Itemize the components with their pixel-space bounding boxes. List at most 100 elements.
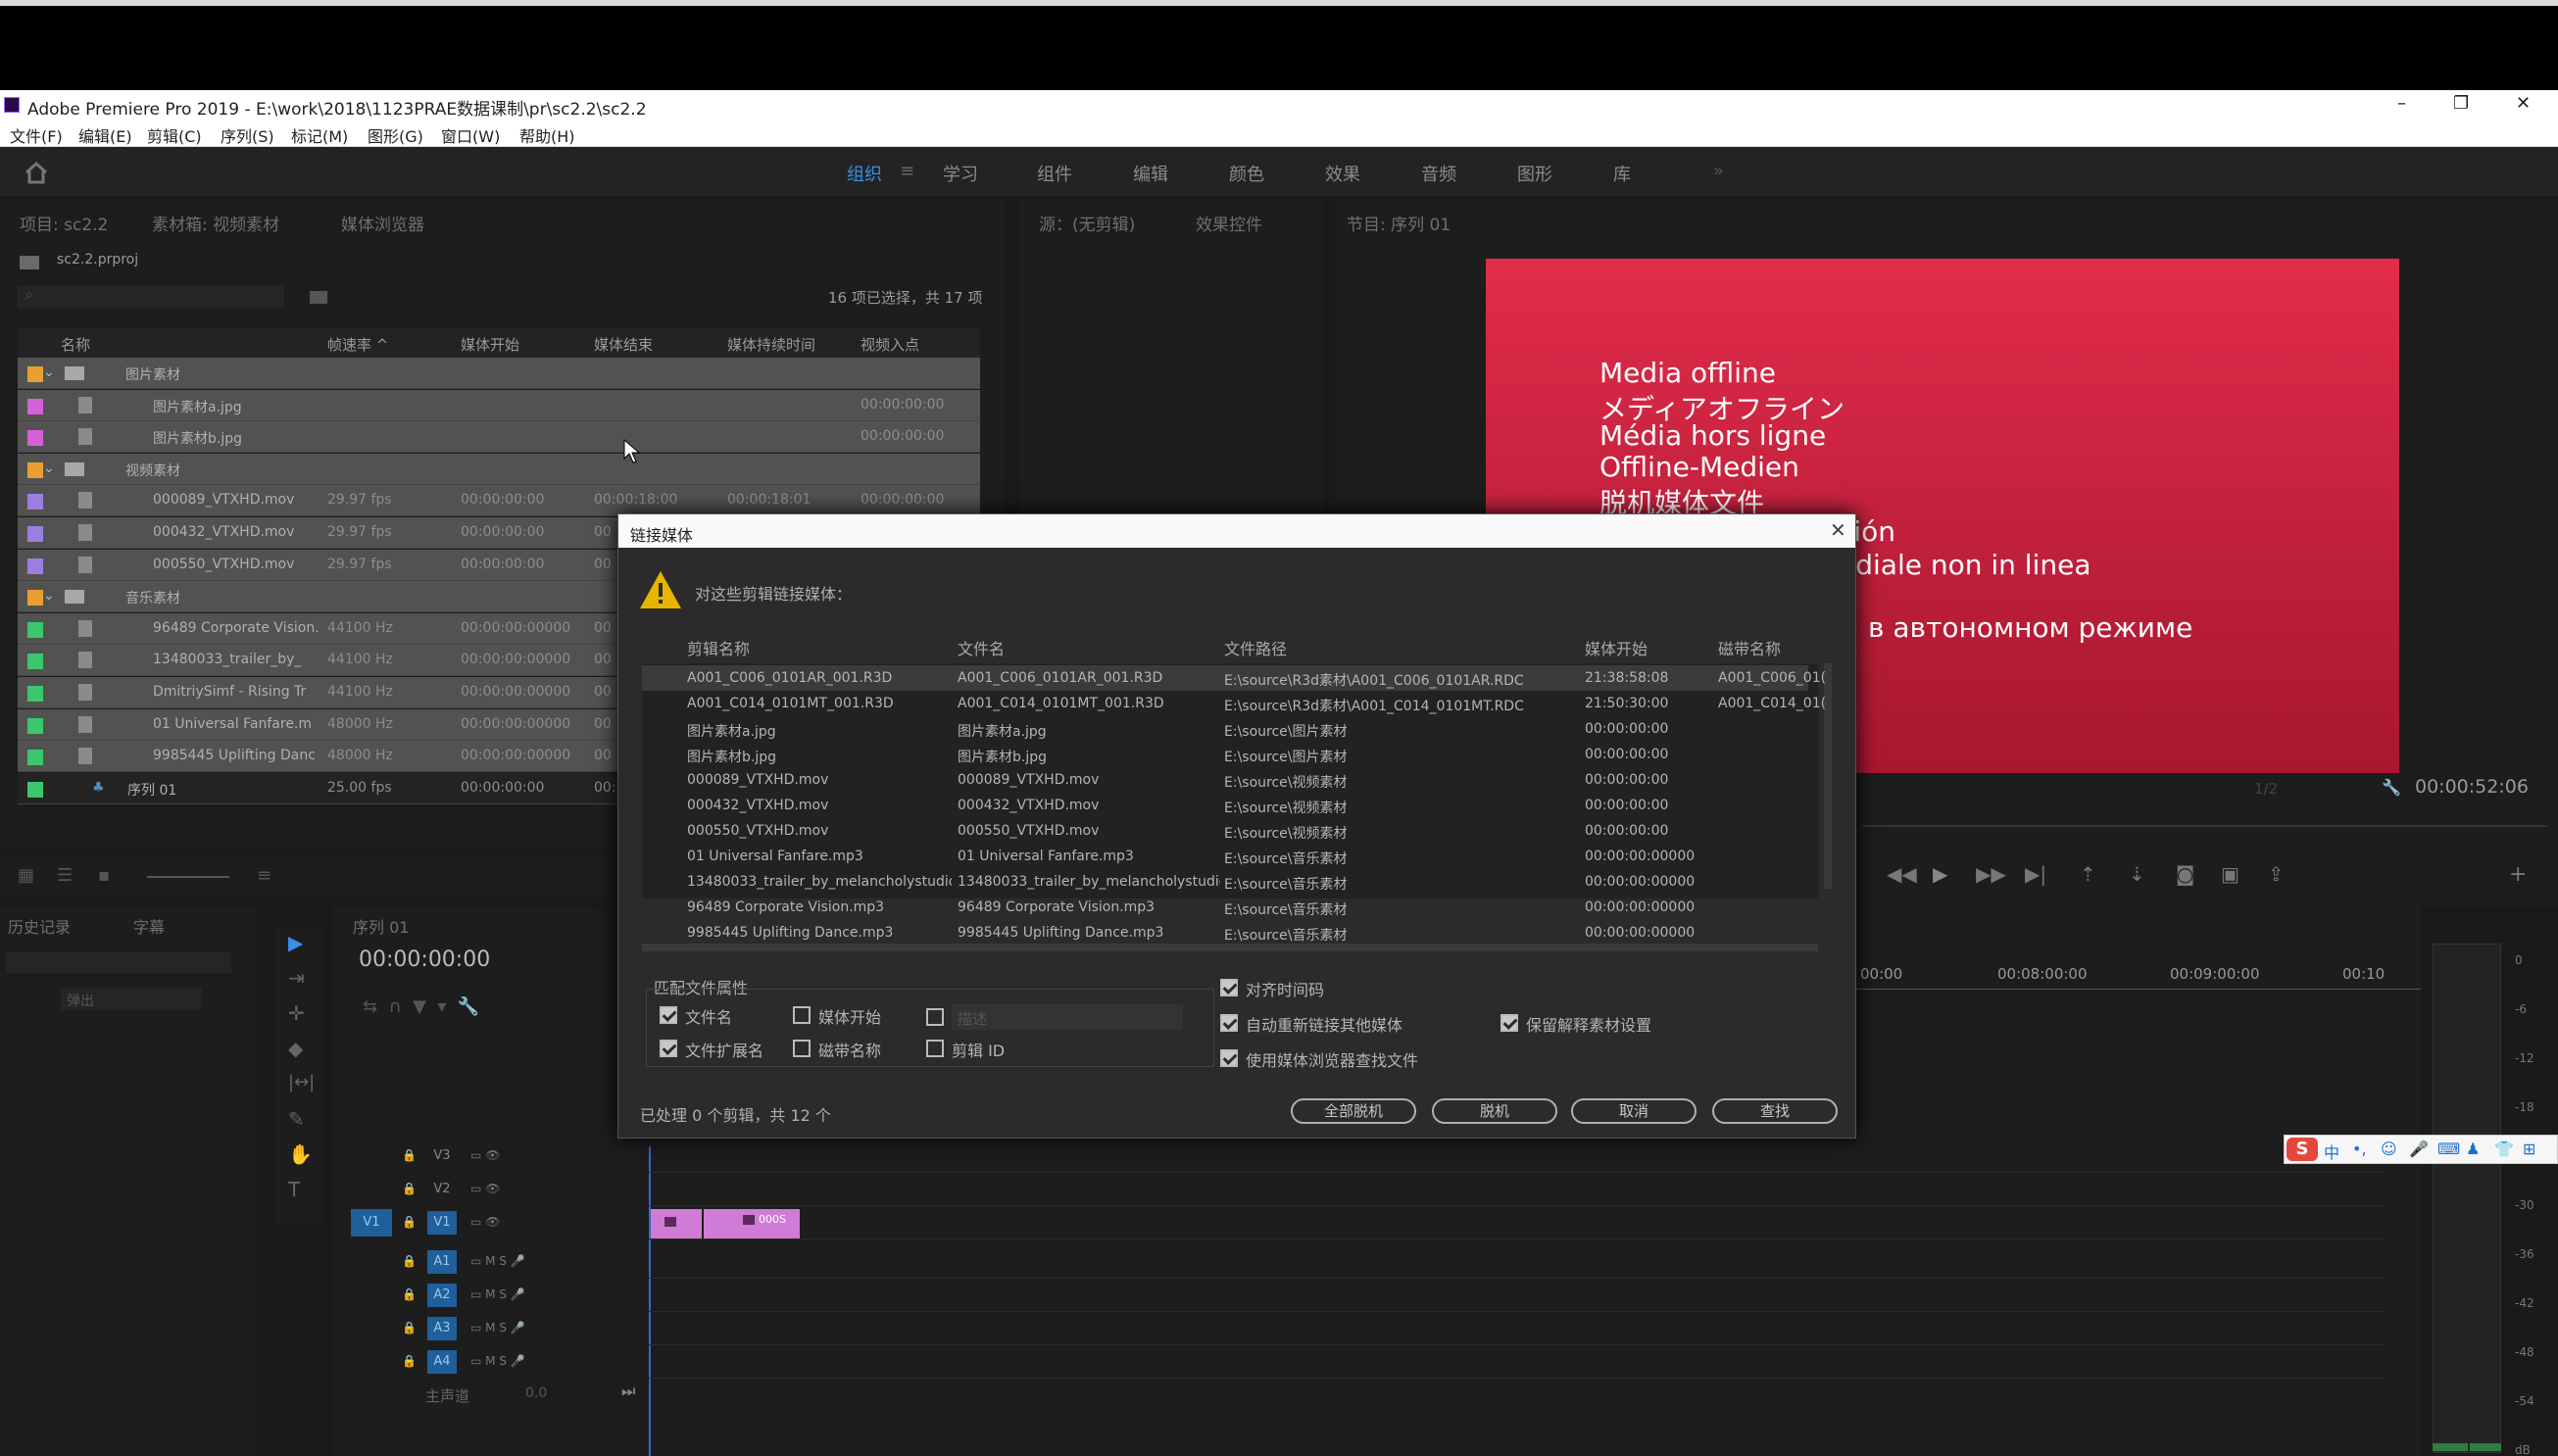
dialog-close-button[interactable]: ✕ (1830, 518, 1846, 542)
dlg-col-tape-name[interactable]: 磁带名称 (1718, 636, 1781, 659)
track-controls-icon[interactable]: ▭ M S 🎤 (470, 1354, 525, 1368)
new-bin-icon[interactable] (310, 291, 327, 304)
dialog-row[interactable]: 96489 Corporate Vision.mp3 96489 Corporat… (642, 895, 1808, 920)
col-fps[interactable]: 帧速率 ^ (327, 334, 388, 355)
lift-icon[interactable]: ⇡ (2080, 862, 2096, 886)
export-frame-icon[interactable]: ⇪ (2268, 862, 2285, 886)
dialog-row[interactable]: 000550_VTXHD.mov 000550_VTXHD.mov E:\sourc… (642, 818, 1808, 844)
list-view-icon[interactable]: ☰ (57, 865, 73, 886)
offline-all-button[interactable]: 全部脱机 (1291, 1098, 1416, 1124)
tab-captions[interactable]: 字幕 (133, 914, 165, 938)
track-header[interactable]: V1 🔒 V1 ▭ 👁 (333, 1207, 647, 1238)
dlg-col-file-name[interactable]: 文件名 (958, 636, 1005, 659)
tab-sequence[interactable]: 序列 01 (353, 914, 409, 938)
opt-desc-select[interactable]: 描述 (952, 1004, 1183, 1030)
sort-icon[interactable]: ≡ (257, 865, 271, 886)
cancel-button[interactable]: 取消 (1571, 1098, 1697, 1124)
track-header[interactable]: 🔒 A1 ▭ M S 🎤 (333, 1246, 647, 1278)
go-to-end-icon[interactable]: ⏭ (621, 1382, 635, 1401)
camera-icon[interactable]: ◙ (2176, 862, 2194, 886)
label-color-chip[interactable] (27, 558, 43, 574)
slip-tool-icon[interactable]: |↔| (288, 1072, 315, 1092)
track-label[interactable]: A2 (427, 1284, 457, 1307)
type-tool-icon[interactable]: T (288, 1178, 300, 1201)
source-patch-v1[interactable]: V1 (351, 1209, 392, 1237)
label-color-chip[interactable] (27, 621, 43, 638)
tab-program[interactable]: 节目: 序列 01 (1347, 211, 1451, 235)
selection-tool-icon[interactable]: ▶ (288, 931, 303, 954)
workspace-editing[interactable]: 编辑 (1133, 161, 1168, 186)
tab-source[interactable]: 源：(无剪辑) (1039, 211, 1135, 235)
track-controls-icon[interactable]: ▭ 👁 (470, 1215, 500, 1229)
workspace-menu-icon[interactable]: ≡ (900, 161, 914, 181)
col-video-in[interactable]: 视频入点 (861, 334, 919, 355)
track-header[interactable]: 🔒 A2 ▭ M S 🎤 (333, 1280, 647, 1311)
opt-media-start-checkbox[interactable] (793, 1006, 811, 1024)
playhead[interactable] (649, 1146, 651, 1456)
track-lock-icon[interactable]: 🔒 (402, 1354, 417, 1368)
lock-icon[interactable]: ▦ (18, 865, 34, 886)
pen-tool-icon[interactable]: ✎ (288, 1107, 305, 1131)
go-to-out-icon[interactable]: ▶| (2025, 862, 2046, 886)
workspace-assembly-2[interactable]: 组件 (1037, 161, 1072, 186)
play-icon[interactable]: ▶ (1933, 862, 1947, 886)
add-button-icon[interactable]: + (2509, 862, 2527, 887)
opt-clip-id-checkbox[interactable] (926, 1040, 944, 1057)
compare-icon[interactable]: ▣ (2221, 862, 2239, 886)
label-color-chip[interactable] (27, 717, 43, 734)
dialog-row[interactable]: 13480033_trailer_by_melancholystudio 1348… (642, 869, 1808, 895)
dlg-col-media-start[interactable]: 媒体开始 (1585, 636, 1648, 659)
ime-button-icon[interactable]: ⊞ (2523, 1140, 2535, 1158)
ime-button-icon[interactable]: ♟ (2466, 1140, 2480, 1158)
track-controls-icon[interactable]: ▭ M S 🎤 (470, 1287, 525, 1301)
ime-button-icon[interactable]: ⌨ (2437, 1140, 2460, 1158)
restore-button[interactable]: ❐ (2453, 93, 2469, 114)
dialog-row[interactable]: 000432_VTXHD.mov 000432_VTXHD.mov E:\sourc… (642, 793, 1808, 818)
opt-filename-checkbox[interactable] (660, 1006, 677, 1024)
track-header[interactable]: 🔒 A4 ▭ M S 🎤 (333, 1346, 647, 1378)
track-header[interactable]: 🔒 A3 ▭ M S 🎤 (333, 1313, 647, 1344)
workspace-color[interactable]: 颜色 (1229, 161, 1264, 186)
tab-media-browser[interactable]: 媒体浏览器 (341, 211, 424, 235)
dialog-row[interactable]: 9985445 Uplifting Dance.mp3 9985445 Uplif… (642, 920, 1808, 946)
workspace-libraries[interactable]: 库 (1613, 161, 1631, 186)
col-duration[interactable]: 媒体持续时间 (727, 334, 815, 355)
ime-button-icon[interactable]: 中 (2324, 1140, 2339, 1163)
project-row[interactable]: 000089_VTXHD.mov 29.97 fps 00:00:00:00 00:0… (18, 485, 980, 517)
track-lock-icon[interactable]: 🔒 (402, 1254, 417, 1268)
workspace-effects[interactable]: 效果 (1325, 161, 1360, 186)
locate-button[interactable]: 查找 (1712, 1098, 1838, 1124)
sogou-logo-icon[interactable]: S (2287, 1138, 2318, 1161)
close-window-button[interactable]: ✕ (2516, 93, 2531, 114)
track-label[interactable]: V1 (427, 1211, 457, 1235)
tab-effect-controls[interactable]: 效果控件 (1196, 211, 1262, 235)
label-color-chip[interactable] (27, 750, 43, 766)
opt-ext-checkbox[interactable] (660, 1040, 677, 1057)
track-select-tool-icon[interactable]: ⇥ (288, 966, 305, 990)
track-controls-icon[interactable]: ▭ M S 🎤 (470, 1254, 525, 1268)
tab-project[interactable]: 项目: sc2.2 (20, 211, 108, 235)
track-label[interactable]: A4 (427, 1350, 457, 1374)
track-controls-icon[interactable]: ▭ 👁 (470, 1148, 500, 1162)
opt-browser-checkbox[interactable] (1220, 1049, 1238, 1067)
project-row[interactable]: 图片素材a.jpg 00:00:00:00 (18, 389, 980, 421)
track-label[interactable]: A3 (427, 1317, 457, 1340)
menu-window[interactable]: 窗口(W) (441, 123, 500, 147)
home-icon[interactable] (24, 161, 49, 184)
label-color-chip[interactable] (27, 366, 43, 382)
dialog-row[interactable]: 图片素材a.jpg 图片素材a.jpg E:\source\图片素材 00:00:00… (642, 716, 1808, 742)
menu-edit[interactable]: 编辑(E) (78, 123, 132, 147)
dlg-col-file-path[interactable]: 文件路径 (1224, 636, 1287, 659)
wrench-icon[interactable]: 🔧 (2382, 778, 2401, 797)
opt-tape-checkbox[interactable] (793, 1040, 811, 1057)
opt-preserve-checkbox[interactable] (1500, 1014, 1518, 1032)
col-name[interactable]: 名称 (61, 334, 90, 355)
track-header[interactable]: 🔒 V3 ▭ 👁 (333, 1141, 647, 1172)
label-color-chip[interactable] (27, 686, 43, 702)
track-label[interactable]: A1 (427, 1250, 457, 1274)
workspace-graphics[interactable]: 图形 (1517, 161, 1552, 186)
menu-clip[interactable]: 剪辑(C) (147, 123, 202, 147)
tab-history[interactable]: 历史记录 (8, 914, 71, 938)
track-lock-icon[interactable]: 🔒 (402, 1148, 417, 1162)
ime-button-icon[interactable]: ☺ (2381, 1140, 2397, 1158)
